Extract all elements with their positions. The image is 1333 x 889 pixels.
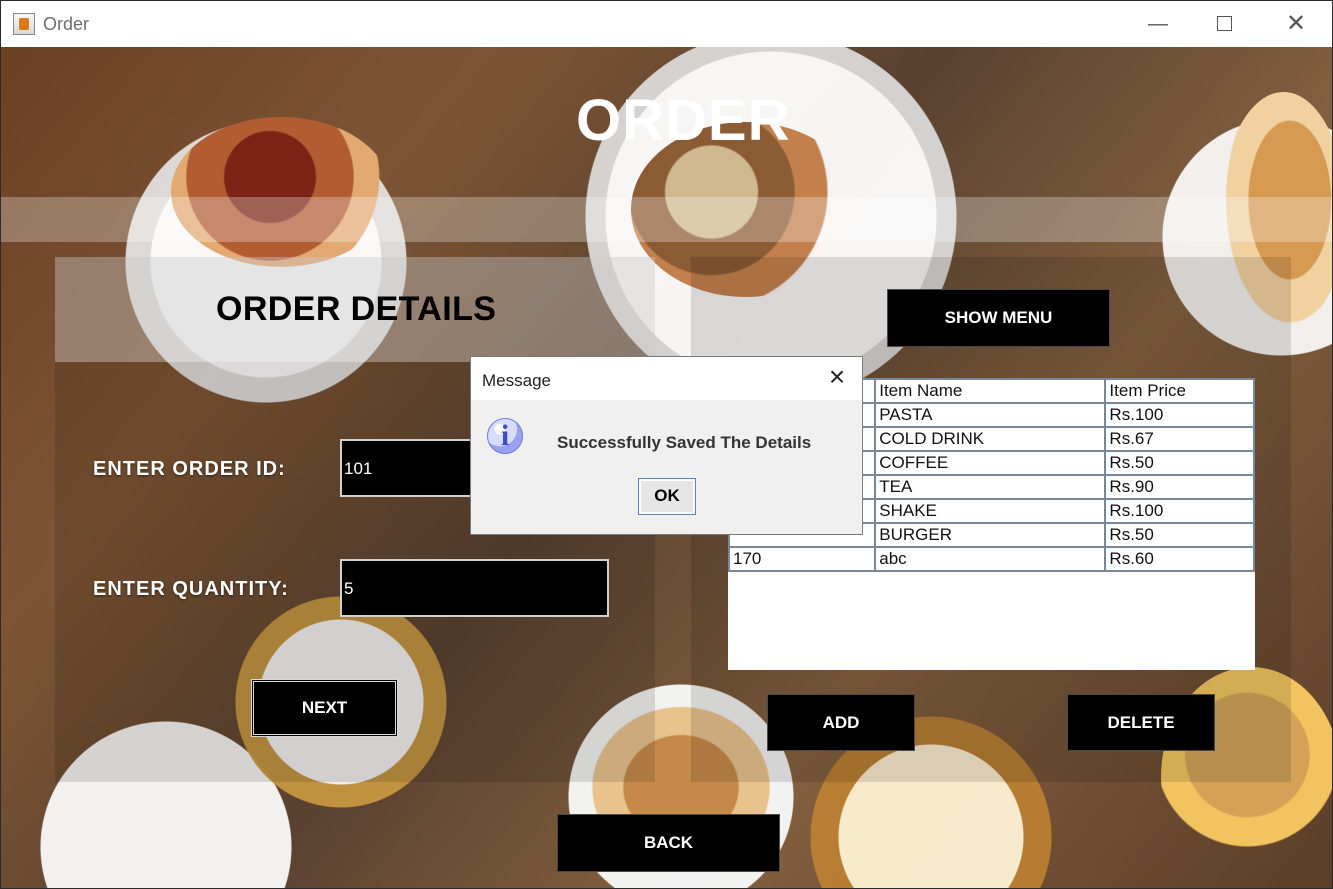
pancake-image <box>171 117 391 267</box>
table-cell-name: abc <box>874 546 1107 572</box>
dialog-title: Message <box>482 371 551 390</box>
order-id-label: ENTER ORDER ID: <box>93 458 286 480</box>
order-id-input[interactable]: 101 <box>340 439 480 497</box>
table-cell-price: Rs.100 <box>1104 498 1255 524</box>
add-button[interactable]: ADD <box>767 694 915 751</box>
order-window: Order — ✕ ORDER ORDER DETAILS SHOW MENU … <box>0 0 1333 889</box>
back-button[interactable]: BACK <box>557 814 780 872</box>
table-row[interactable]: 170 abc Rs.60 <box>727 546 1255 572</box>
table-cell-name: SHAKE <box>874 498 1107 524</box>
quantity-input[interactable]: 5 <box>340 559 609 617</box>
top-light-band <box>1 197 1332 242</box>
order-details-title: ORDER DETAILS <box>216 290 497 328</box>
table-cell-name: COLD DRINK <box>874 426 1107 452</box>
java-coffee-cup-icon <box>13 13 35 35</box>
table-header-name: Item Name <box>874 378 1107 404</box>
table-header-price: Item Price <box>1104 378 1255 404</box>
maximize-icon <box>1216 16 1232 31</box>
maximize-button[interactable] <box>1206 9 1242 39</box>
table-cell-name: BURGER <box>874 522 1107 548</box>
table-cell-price: Rs.67 <box>1104 426 1255 452</box>
table-cell-name: PASTA <box>874 402 1107 428</box>
table-cell-price: Rs.60 <box>1104 546 1255 572</box>
dialog-message: Successfully Saved The Details <box>557 433 812 452</box>
page-heading: ORDER <box>576 88 791 153</box>
dialog-close-icon[interactable]: × <box>823 363 851 391</box>
quantity-label: ENTER QUANTITY: <box>93 578 289 600</box>
delete-button[interactable]: DELETE <box>1067 694 1215 751</box>
message-dialog: Message × i Successfully Saved The Detai… <box>470 356 863 535</box>
info-icon: i <box>487 418 523 454</box>
table-cell-name: TEA <box>874 474 1107 500</box>
window-title: Order <box>43 14 90 34</box>
minimize-button[interactable]: — <box>1140 9 1176 39</box>
table-cell-price: Rs.50 <box>1104 522 1255 548</box>
next-button[interactable]: NEXT <box>251 679 398 737</box>
title-bar: Order — ✕ <box>1 1 1332 47</box>
table-cell-name: COFFEE <box>874 450 1107 476</box>
dialog-title-bar: Message × <box>471 357 862 400</box>
table-cell-price: Rs.90 <box>1104 474 1255 500</box>
show-menu-button[interactable]: SHOW MENU <box>887 289 1110 347</box>
table-cell-price: Rs.100 <box>1104 402 1255 428</box>
table-cell-price: Rs.50 <box>1104 450 1255 476</box>
table-cell-id: 170 <box>727 546 877 572</box>
ok-button[interactable]: OK <box>638 478 696 515</box>
close-window-button[interactable]: ✕ <box>1278 9 1314 39</box>
